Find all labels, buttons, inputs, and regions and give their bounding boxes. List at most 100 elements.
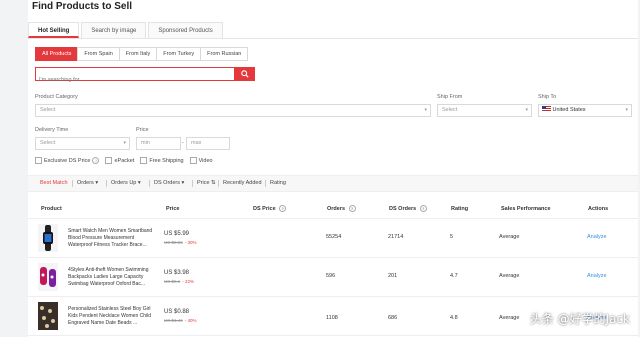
col-actions: Actions — [588, 206, 609, 212]
price-min-input[interactable]: min — [136, 137, 181, 150]
orders-value: 596 — [326, 273, 336, 279]
origin-all-products[interactable]: All Products — [35, 47, 79, 61]
search-input[interactable] — [36, 74, 232, 86]
col-orders-label: Orders — [327, 206, 346, 212]
tab-divider — [28, 38, 638, 39]
analyze-link[interactable]: Analyze — [587, 273, 607, 279]
delivery-time-label: Delivery Time — [35, 127, 69, 133]
checkbox-box — [105, 157, 113, 164]
delivery-time-select[interactable]: Select ▾ — [35, 137, 130, 150]
ds-orders-value: 201 — [388, 273, 398, 279]
free-shipping-checkbox[interactable]: Free Shipping — [140, 157, 184, 164]
ship-to-label: Ship To — [538, 94, 557, 100]
price-max-input[interactable]: max — [186, 137, 230, 150]
ship-to-select[interactable]: United States ▾ — [538, 104, 632, 117]
price-label: Price — [136, 127, 149, 133]
product-price: US $0.88 — [164, 309, 190, 315]
search-icon — [241, 70, 249, 78]
table-header: Product Price DS Price ? Orders ? DS Ord… — [28, 200, 638, 219]
sales-performance-value: Average — [499, 273, 520, 279]
page-title: Find Products to Sell — [32, 1, 133, 12]
table-row: Smart Watch Men Women Smartband Blood Pr… — [28, 219, 638, 258]
chevron-down-icon: ▾ — [525, 107, 528, 113]
ship-from-value: Select — [442, 107, 458, 113]
rating-value: 5 — [450, 234, 454, 240]
video-checkbox[interactable]: Video — [189, 157, 213, 164]
chevron-down-icon: ▾ — [625, 107, 628, 113]
question-icon: ? — [92, 157, 100, 164]
origin-filter: All Products From Spain From Italy From … — [35, 47, 249, 61]
watermark: 头条 @好学的Jack — [529, 312, 630, 326]
ds-orders-value: 21714 — [388, 234, 404, 240]
tab-bar: Hot Selling Search by image Sponsored Pr… — [28, 22, 225, 38]
discount-badge: - 22% — [182, 279, 195, 284]
chevron-down-icon: ▾ — [123, 140, 126, 146]
search-button[interactable] — [235, 67, 255, 81]
product-price: US $5.99 — [164, 231, 190, 237]
sort-price[interactable]: Price ⇅ — [197, 176, 216, 191]
orders-value: 1108 — [326, 315, 338, 321]
filter-checkboxes: Exclusive DS Price ? ePacket Free Shippi… — [35, 157, 219, 164]
smartwatch-thumbnail — [38, 224, 58, 252]
rating-value: 4.8 — [450, 315, 458, 321]
checkbox-label: Free Shipping — [149, 157, 184, 164]
origin-turkey[interactable]: From Turkey — [156, 47, 202, 61]
epacket-checkbox[interactable]: ePacket — [105, 157, 134, 164]
tab-search-by-image[interactable]: Search by image — [81, 22, 147, 38]
product-name[interactable]: 4Styles Anti-theft Women Swimming Backpa… — [68, 267, 158, 289]
sort-divider — [106, 180, 107, 187]
product-name[interactable]: Personalized Stainless Steel Boy Girl Ki… — [68, 306, 158, 328]
tab-sponsored-products[interactable]: Sponsored Products — [148, 22, 223, 38]
analyze-link[interactable]: Analyze — [587, 234, 607, 240]
ship-to-value: United States — [552, 107, 586, 113]
product-category-value: Select — [40, 107, 56, 113]
col-ds-orders-label: DS Orders — [389, 206, 417, 212]
sort-orders[interactable]: Orders ▾ — [77, 176, 98, 191]
checkbox-label: Video — [198, 157, 213, 164]
product-category-select[interactable]: Select ▾ — [35, 104, 431, 117]
origin-italy[interactable]: From Italy — [118, 47, 158, 61]
sales-performance-value: Average — [499, 315, 520, 321]
sort-divider — [265, 180, 266, 187]
exclusive-ds-price-checkbox[interactable]: Exclusive DS Price ? — [35, 157, 100, 164]
checkbox-box — [35, 157, 42, 164]
product-name[interactable]: Smart Watch Men Women Smartband Blood Pr… — [68, 228, 158, 250]
price-separator: - — [182, 140, 184, 146]
sort-orders-up[interactable]: Orders Up ▾ — [111, 176, 141, 191]
ship-from-select[interactable]: Select ▾ — [437, 104, 532, 117]
backpack-thumbnail — [38, 263, 58, 291]
checkbox-box — [189, 157, 197, 164]
discount-badge: - 40% — [184, 318, 197, 323]
tab-hot-selling[interactable]: Hot Selling — [28, 22, 80, 38]
sort-divider — [72, 180, 73, 187]
orders-value: 55254 — [326, 234, 342, 240]
original-price: US $8.56- 30% — [164, 240, 197, 245]
chevron-down-icon: ▾ — [424, 107, 427, 113]
checkbox-label: ePacket — [114, 157, 135, 164]
sales-performance-value: Average — [499, 234, 520, 240]
sort-best-match[interactable]: Best Match — [40, 176, 68, 191]
search-box — [35, 67, 235, 86]
origin-russian[interactable]: From Russian — [200, 47, 249, 61]
delivery-time-value: Select — [40, 140, 56, 146]
rating-value: 4.7 — [450, 273, 458, 279]
col-ds-price: DS Price ? — [253, 200, 287, 218]
sort-divider — [192, 180, 193, 187]
sort-ds-orders[interactable]: DS Orders ▾ — [154, 176, 184, 191]
col-product: Product — [41, 206, 62, 212]
necklace-thumbnail — [38, 302, 58, 330]
col-price: Price — [166, 206, 180, 212]
strikethrough-price: US $1.46 — [164, 318, 183, 323]
sort-recently-added[interactable]: Recently Added — [223, 176, 262, 191]
col-sales-performance: Sales Performance — [501, 206, 551, 212]
sort-divider — [218, 180, 219, 187]
question-icon: ? — [348, 205, 356, 212]
sort-bar: Best Match Orders ▾ Orders Up ▾ DS Order… — [28, 175, 638, 192]
sort-rating[interactable]: Rating — [270, 176, 286, 191]
col-ds-orders: DS Orders ? — [389, 200, 427, 218]
original-price: US $1.46- 40% — [164, 318, 197, 323]
col-ds-price-label: DS Price — [253, 206, 276, 212]
col-rating: Rating — [451, 206, 469, 212]
origin-spain[interactable]: From Spain — [77, 47, 120, 61]
sort-divider — [149, 180, 150, 187]
